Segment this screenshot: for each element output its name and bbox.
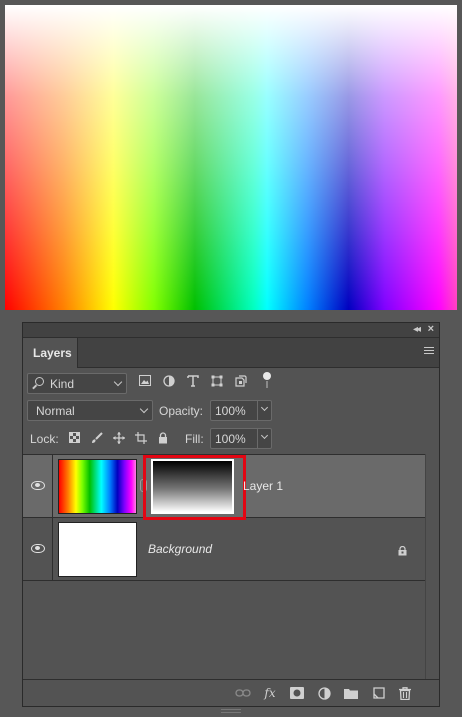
fill-value: 100%	[215, 432, 246, 446]
fill-label: Fill:	[185, 432, 204, 446]
eye-icon[interactable]	[31, 481, 45, 490]
opacity-dropdown[interactable]	[257, 401, 271, 420]
layer-row-background[interactable]: Background	[23, 518, 425, 581]
chevron-down-icon	[260, 431, 269, 440]
visibility-toggle[interactable]	[23, 518, 53, 580]
layers-scrollbar[interactable]	[425, 454, 439, 679]
lock-icon[interactable]	[398, 545, 407, 556]
collapse-icon[interactable]: ◂◂	[413, 324, 421, 335]
lock-artboard-icon[interactable]	[134, 431, 147, 444]
type-filter-icon[interactable]	[186, 374, 199, 387]
link-layers-icon[interactable]	[235, 686, 251, 700]
chevron-down-icon	[113, 377, 123, 387]
lock-label: Lock:	[30, 432, 59, 446]
lock-transparency-icon[interactable]	[68, 431, 81, 444]
visibility-toggle[interactable]	[23, 455, 53, 517]
smart-object-filter-icon[interactable]	[234, 374, 247, 387]
kind-filter-select[interactable]: Kind	[27, 373, 127, 394]
adjustment-layer-icon[interactable]	[316, 686, 332, 700]
layer-thumbnail[interactable]	[58, 459, 137, 514]
eye-icon[interactable]	[31, 544, 45, 553]
resize-grip[interactable]	[221, 709, 241, 713]
mask-highlight-box	[143, 455, 246, 520]
opacity-field[interactable]: 100%	[210, 400, 272, 421]
image-filter-icon[interactable]	[138, 374, 151, 387]
layer-row-layer-1[interactable]: Layer 1	[23, 455, 425, 520]
adjustment-filter-icon[interactable]	[162, 374, 175, 387]
search-icon	[35, 377, 44, 386]
opacity-label: Opacity:	[159, 404, 204, 418]
kind-filter-label: Kind	[50, 377, 75, 391]
fx-icon[interactable]: fx	[262, 686, 278, 700]
fill-dropdown[interactable]	[257, 429, 271, 448]
layer-thumbnail[interactable]	[58, 522, 137, 577]
panel-menu-icon[interactable]	[424, 347, 434, 356]
shape-filter-icon[interactable]	[210, 374, 223, 387]
blend-mode-value: Normal	[36, 404, 75, 418]
chevron-down-icon	[260, 403, 269, 412]
blend-mode-select[interactable]: Normal	[27, 400, 153, 421]
layer-name[interactable]: Layer 1	[243, 479, 283, 493]
panel-topbar: ◂◂ ×	[23, 323, 439, 338]
document-canvas[interactable]	[5, 5, 457, 310]
layer-name[interactable]: Background	[148, 542, 212, 556]
filter-toggle-icon[interactable]	[263, 372, 271, 390]
add-mask-icon[interactable]	[289, 686, 305, 700]
tab-layers[interactable]: Layers	[23, 338, 78, 368]
delete-icon[interactable]	[397, 686, 413, 700]
layers-list: Layer 1 Background	[23, 454, 425, 679]
layers-panel: ◂◂ × Layers Kind Normal Opacity: 100% Lo…	[22, 322, 440, 707]
tab-bar: Layers	[23, 338, 439, 368]
lock-paint-icon[interactable]	[90, 431, 103, 444]
chevron-down-icon	[139, 404, 149, 414]
opacity-value: 100%	[215, 404, 246, 418]
lock-row: Lock: Fill: 100%	[23, 427, 439, 451]
fill-field[interactable]: 100%	[210, 428, 272, 449]
close-icon[interactable]: ×	[428, 323, 434, 335]
filter-row: Kind	[23, 371, 439, 395]
group-folder-icon[interactable]	[343, 686, 359, 700]
new-layer-icon[interactable]	[370, 686, 386, 700]
blend-row: Normal Opacity: 100%	[23, 399, 439, 423]
lock-all-icon[interactable]	[156, 431, 169, 444]
lock-position-icon[interactable]	[112, 431, 125, 444]
layers-bottom-bar: fx	[23, 679, 439, 706]
